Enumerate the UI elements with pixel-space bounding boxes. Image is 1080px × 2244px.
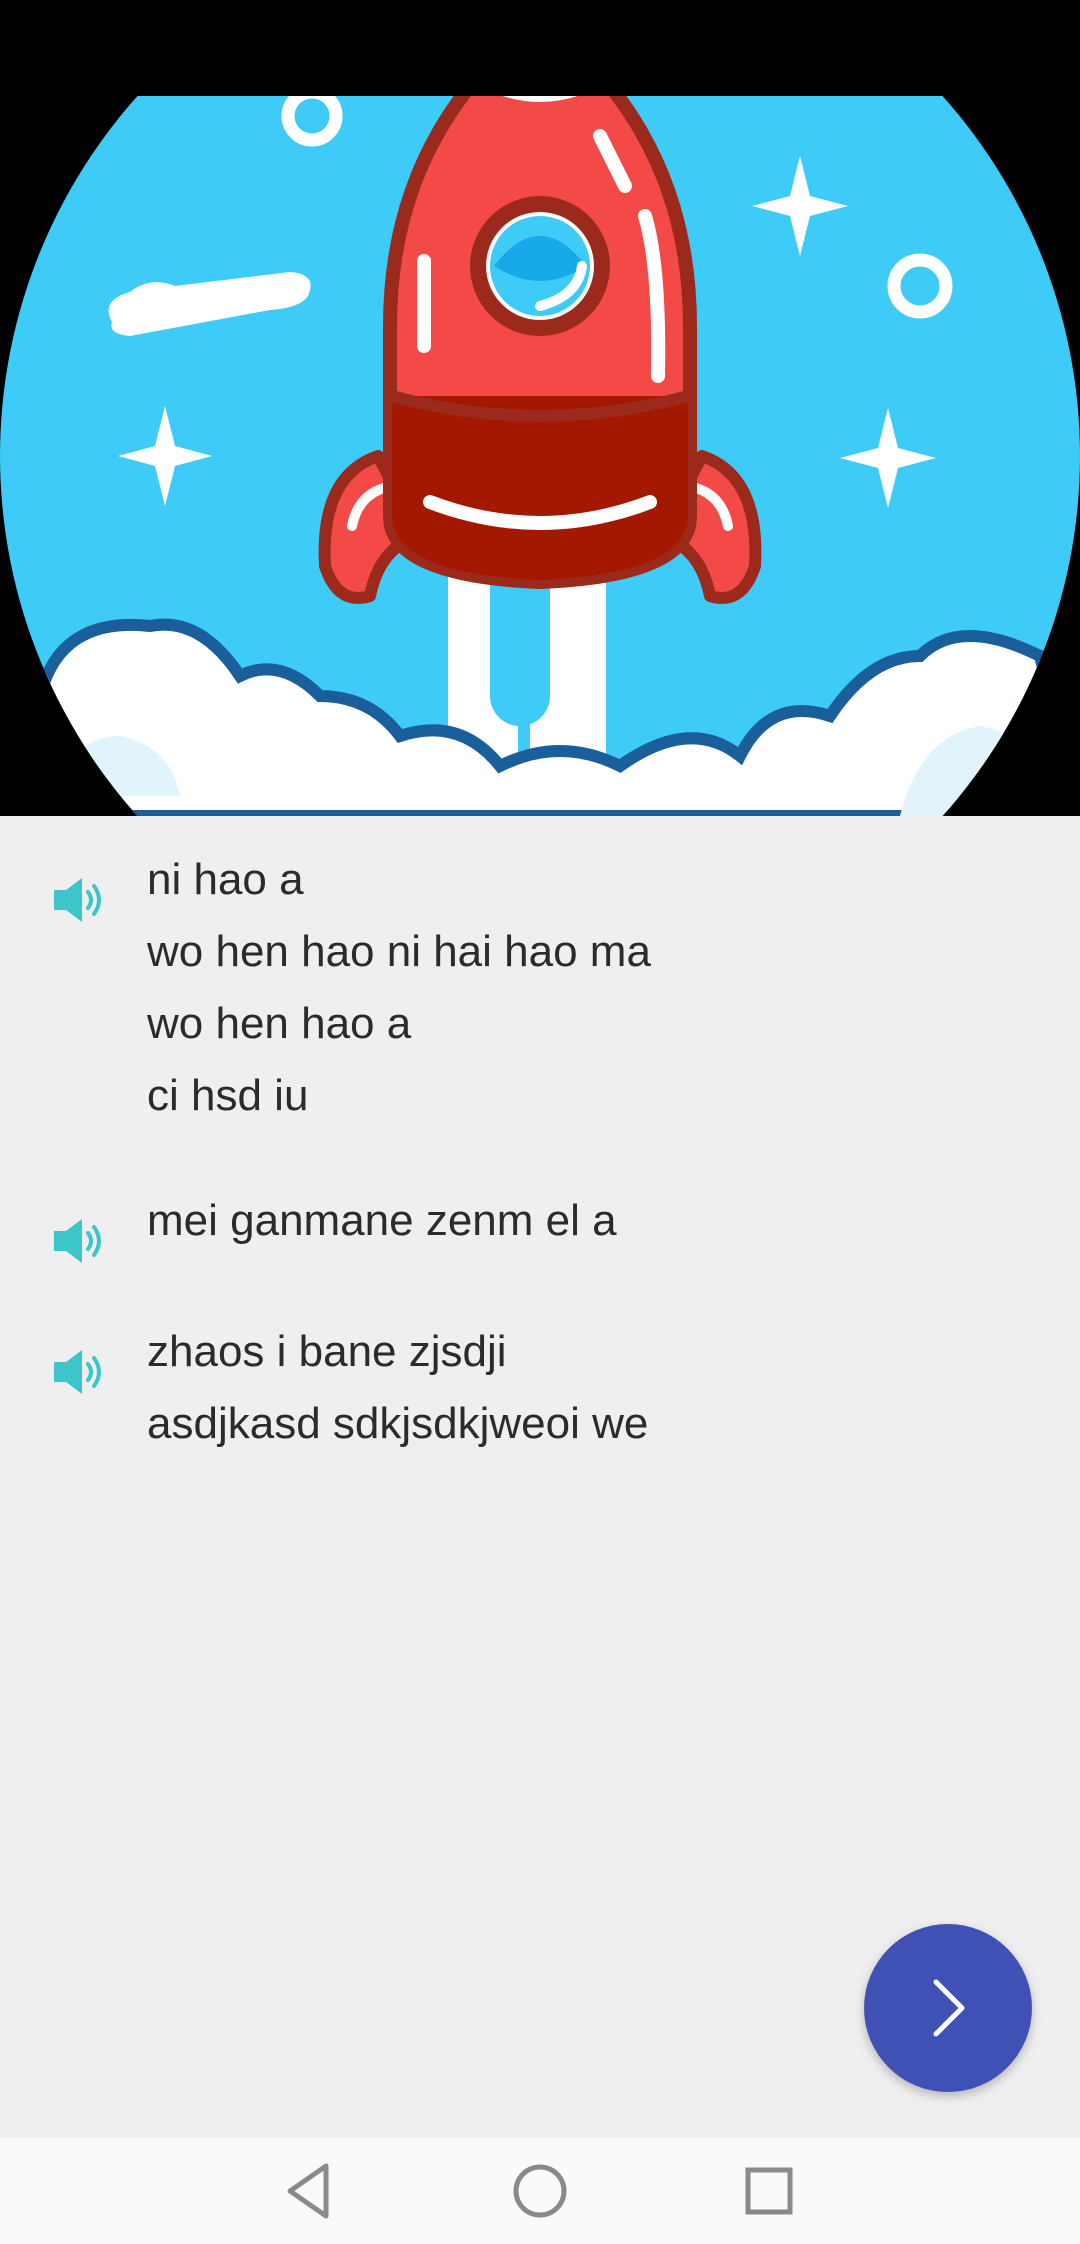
speaker-icon[interactable] — [52, 1346, 108, 1398]
phrase-line: ci hsd iu — [147, 1071, 309, 1120]
chevron-right-icon — [933, 1979, 965, 2037]
home-circle-icon[interactable] — [500, 2154, 580, 2228]
phrase-text: ni hao a wo hen hao ni hai hao ma wo hen… — [147, 844, 1027, 1132]
status-bar — [0, 0, 1080, 96]
hero-image — [0, 96, 1080, 816]
phrase-text: mei ganmane zenm el a — [147, 1185, 1027, 1257]
system-nav-bar — [0, 2138, 1080, 2244]
recents-square-icon[interactable] — [729, 2154, 809, 2228]
rocket-illustration — [0, 96, 1080, 816]
next-button[interactable] — [864, 1924, 1032, 2092]
speaker-icon[interactable] — [52, 874, 108, 926]
phrase-line: mei ganmane zenm el a — [147, 1196, 617, 1245]
phrase-line: wo hen hao ni hai hao ma — [147, 927, 651, 976]
phrase-text: zhaos i bane zjsdji asdjkasd sdkjsdkjweo… — [147, 1316, 1027, 1460]
phrase-line: zhaos i bane zjsdji — [147, 1327, 507, 1376]
speaker-icon[interactable] — [52, 1215, 108, 1267]
phrase-line: wo hen hao a — [147, 999, 412, 1048]
back-triangle-icon[interactable] — [270, 2154, 350, 2228]
app-screen: ni hao a wo hen hao ni hai hao ma wo hen… — [0, 0, 1080, 2244]
phrase-line: asdjkasd sdkjsdkjweoi we — [147, 1399, 649, 1448]
phrase-line: ni hao a — [147, 855, 304, 904]
